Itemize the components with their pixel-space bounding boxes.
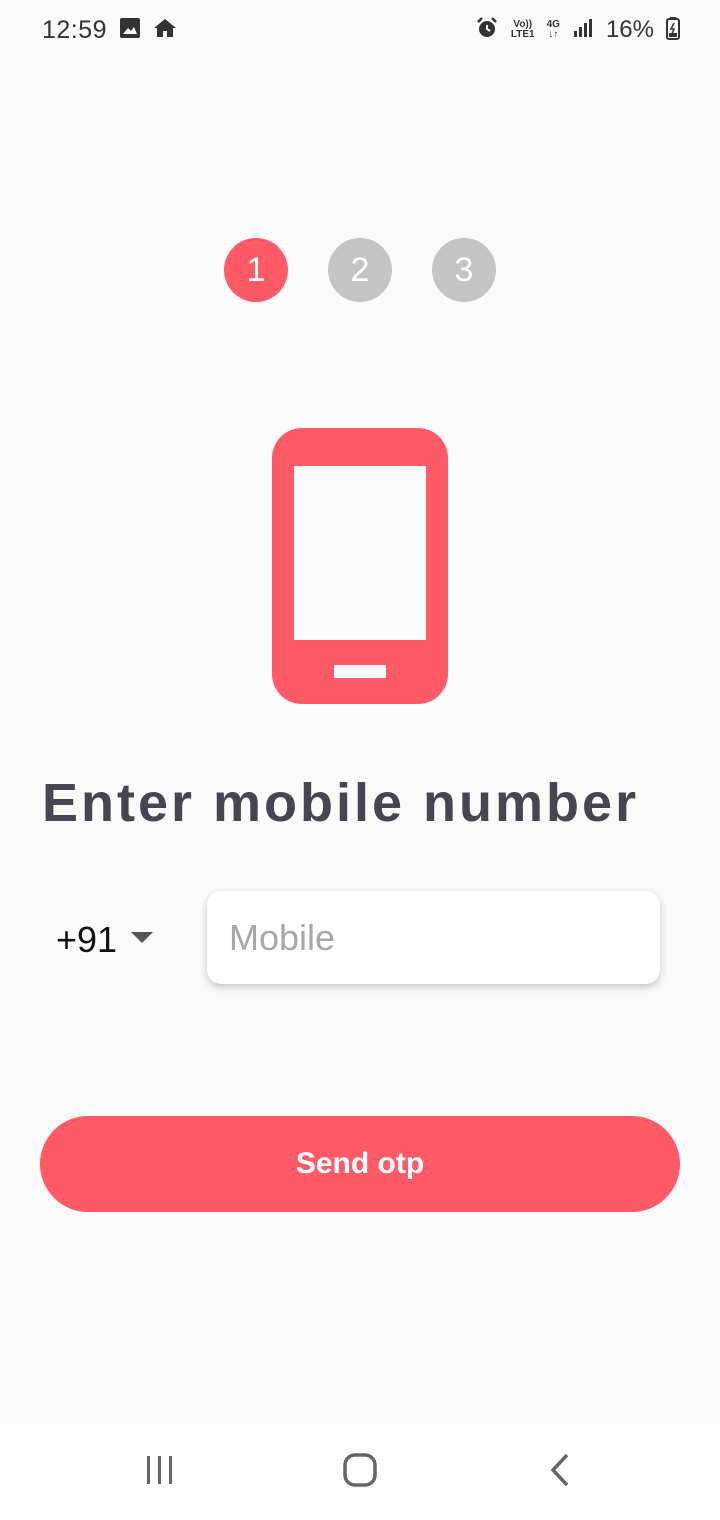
recent-apps-icon: [144, 1455, 176, 1490]
status-bar-right: Vo)) LTE1 4G ↓↑ 16%: [475, 16, 680, 45]
system-nav-bar: [0, 1424, 720, 1520]
otp-login-screen: 12:59 Vo)) LTE1 4G ↓↑ 16% 1 2 3 Enter mo…: [0, 0, 720, 1520]
battery-percent: 16%: [605, 16, 654, 43]
network-4g-icon: 4G ↓↑: [547, 20, 560, 40]
battery-icon: [666, 16, 680, 45]
data-arrows-icon: ↓↑: [548, 29, 559, 40]
status-time: 12:59: [42, 15, 108, 44]
recent-apps-button[interactable]: [120, 1432, 200, 1512]
status-bar: 12:59 Vo)) LTE1 4G ↓↑ 16%: [0, 0, 720, 60]
smartphone-icon: [272, 428, 448, 704]
back-icon: [549, 1453, 571, 1492]
send-otp-button[interactable]: Send otp: [40, 1116, 680, 1212]
volte-icon: Vo)) LTE1: [511, 20, 535, 40]
step-2: 2: [328, 238, 392, 302]
step-3: 3: [432, 238, 496, 302]
back-button[interactable]: [520, 1432, 600, 1512]
home-icon: [153, 17, 177, 44]
step-1: 1: [224, 238, 288, 302]
country-code-dropdown[interactable]: +91: [56, 914, 154, 966]
dropdown-arrow-icon: [131, 931, 154, 949]
volte-bottom-label: LTE1: [510, 29, 535, 40]
status-bar-left: 12:59: [42, 16, 177, 45]
mobile-number-input[interactable]: [207, 891, 660, 984]
home-button-icon: [343, 1452, 377, 1492]
image-icon: [119, 17, 141, 44]
page-title: Enter mobile number: [42, 773, 640, 833]
home-button[interactable]: [320, 1432, 400, 1512]
alarm-icon: [475, 16, 499, 45]
country-code-value: +91: [56, 919, 118, 960]
signal-icon: [572, 17, 594, 44]
progress-stepper: 1 2 3: [0, 238, 720, 302]
